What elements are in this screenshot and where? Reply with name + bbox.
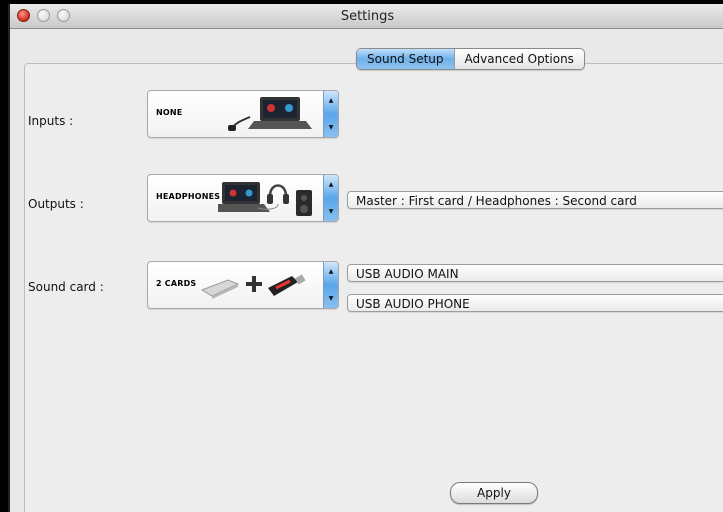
two-usb-cards-icon bbox=[200, 274, 306, 299]
stepper-up-icon: ▲ bbox=[328, 97, 334, 104]
sound-card-value: 2 CARDS bbox=[156, 279, 197, 288]
sound-card-selector[interactable]: 2 CARDS ▲ ▼ bbox=[147, 261, 339, 309]
tab-panel bbox=[24, 63, 723, 512]
apply-button[interactable]: Apply bbox=[450, 482, 538, 504]
stepper-up-icon: ▲ bbox=[328, 268, 334, 275]
inputs-value: NONE bbox=[156, 108, 183, 117]
inputs-label: Inputs : bbox=[28, 114, 74, 128]
outputs-label: Outputs : bbox=[28, 197, 84, 211]
laptop-with-cable-icon bbox=[228, 97, 312, 131]
stepper-down-icon: ▼ bbox=[328, 124, 334, 131]
stepper-up-icon: ▲ bbox=[328, 181, 334, 188]
outputs-value: HEADPHONES bbox=[156, 192, 221, 201]
stepper-down-icon: ▼ bbox=[328, 208, 334, 215]
laptop-headphones-speaker-icon bbox=[218, 182, 312, 216]
tab-advanced-options[interactable]: Advanced Options bbox=[455, 49, 584, 69]
stepper-down-icon: ▼ bbox=[328, 295, 334, 302]
title-bar: Settings bbox=[10, 4, 723, 29]
inputs-stepper[interactable]: ▲ ▼ bbox=[323, 91, 338, 137]
settings-window: Settings Sound Setup Advanced Options In… bbox=[8, 4, 723, 512]
sound-card-stepper[interactable]: ▲ ▼ bbox=[323, 262, 338, 308]
outputs-stepper[interactable]: ▲ ▼ bbox=[323, 175, 338, 221]
output-routing-popup[interactable]: Master : First card / Headphones : Secon… bbox=[347, 191, 723, 209]
window-title: Settings bbox=[340, 9, 395, 24]
outputs-selector[interactable]: HEADPHONES ▲ ▼ bbox=[147, 174, 339, 222]
tab-bar: Sound Setup Advanced Options bbox=[356, 48, 585, 70]
tab-sound-setup[interactable]: Sound Setup bbox=[357, 49, 455, 69]
settings-content: Sound Setup Advanced Options Inputs : NO… bbox=[10, 29, 723, 512]
phone-card-popup[interactable]: USB AUDIO PHONE bbox=[347, 294, 723, 312]
inputs-selector[interactable]: NONE ▲ ▼ bbox=[147, 90, 339, 138]
sound-card-label: Sound card : bbox=[28, 280, 104, 294]
main-card-popup[interactable]: USB AUDIO MAIN bbox=[347, 264, 723, 282]
